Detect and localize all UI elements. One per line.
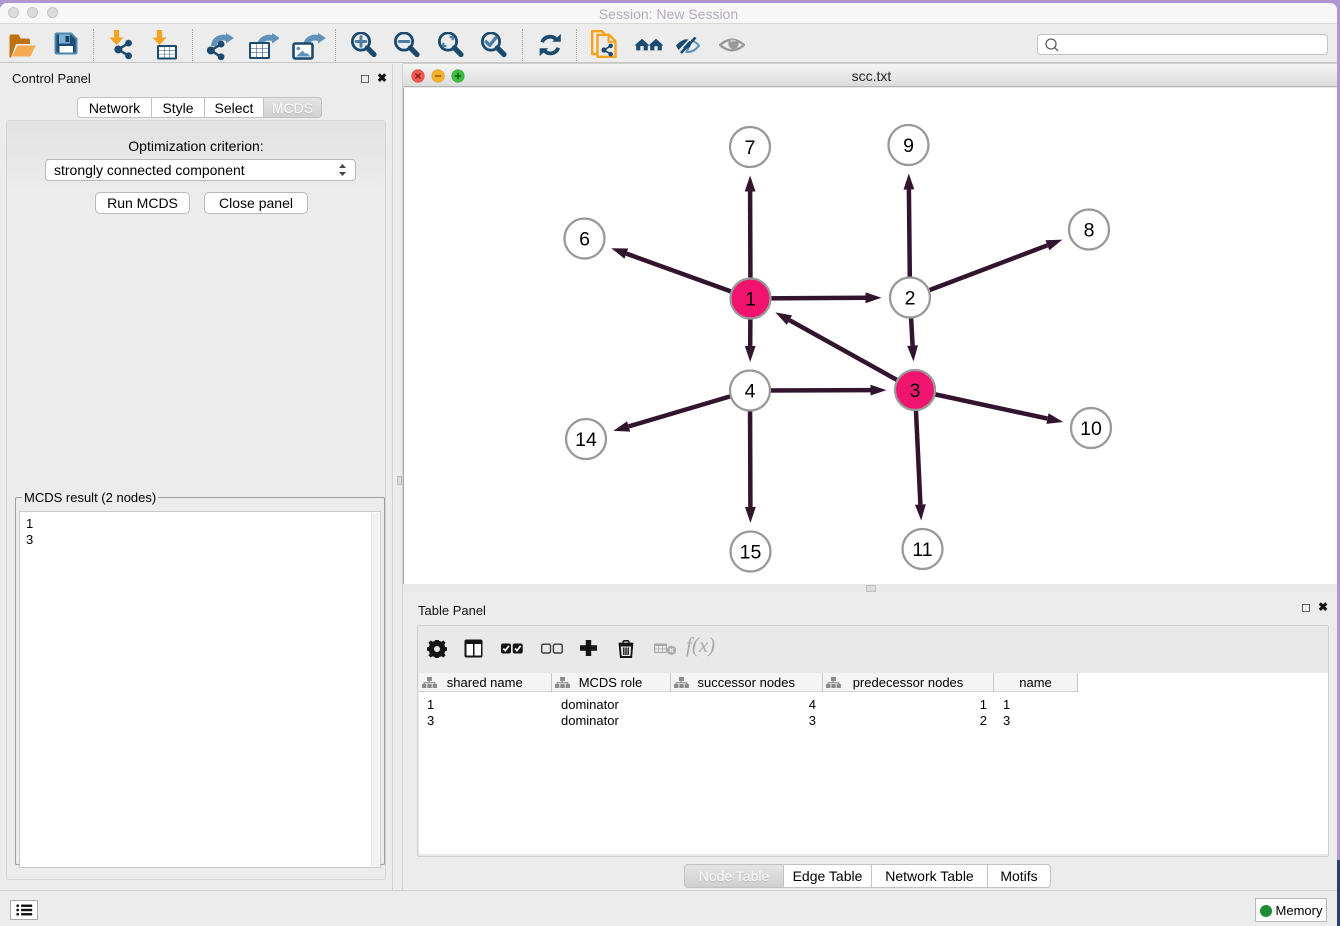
svg-text:14: 14: [575, 429, 597, 451]
svg-text:2: 2: [905, 288, 916, 310]
svg-text:10: 10: [1080, 418, 1102, 440]
svg-text:4: 4: [745, 381, 756, 403]
svg-text:6: 6: [579, 229, 590, 251]
svg-text:7: 7: [745, 137, 756, 159]
svg-text:9: 9: [903, 135, 914, 157]
svg-text:11: 11: [912, 539, 932, 561]
svg-text:1: 1: [745, 289, 756, 311]
svg-text:8: 8: [1084, 220, 1095, 242]
svg-text:15: 15: [740, 542, 762, 564]
svg-text:3: 3: [910, 380, 921, 402]
